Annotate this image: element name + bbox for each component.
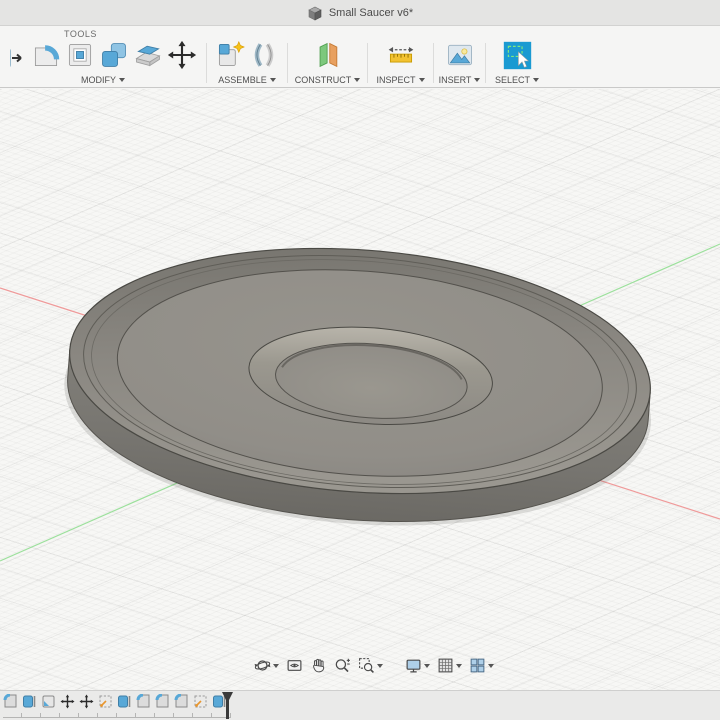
chevron-down-icon (474, 78, 481, 82)
toolbar-group-construct: CONSTRUCT (288, 41, 367, 87)
extrude-operation-icon[interactable] (22, 694, 37, 709)
toolbar-group-modify: MODIFY (0, 40, 206, 87)
construct-menu[interactable]: CONSTRUCT (295, 74, 361, 86)
chevron-down-icon (377, 663, 383, 668)
grid-and-snaps-button[interactable] (437, 657, 462, 674)
offset-face-button[interactable] (133, 40, 163, 75)
fillet-icon (34, 45, 59, 67)
move-icon (167, 40, 196, 70)
select-menu[interactable]: SELECT (495, 74, 539, 86)
orbit-button[interactable] (254, 657, 279, 674)
measure-icon (388, 47, 413, 63)
shell-icon (68, 43, 91, 67)
viewports-button[interactable] (469, 657, 494, 674)
zoom-button[interactable] (334, 657, 351, 674)
timeline-operations (3, 694, 227, 709)
main-toolbar: TOOLS MODIFY ASSEMBLE CONSTRUCT INSPECT … (0, 26, 720, 88)
pan-button[interactable] (310, 657, 327, 674)
assemble-menu-label: ASSEMBLE (218, 75, 267, 85)
display-settings-icon (406, 659, 421, 673)
chevron-down-icon (119, 78, 125, 82)
chevron-down-icon (354, 78, 361, 82)
construct-plane-button[interactable] (313, 40, 343, 75)
inspect-menu[interactable]: INSPECT (376, 74, 425, 86)
combine-button[interactable] (99, 40, 129, 75)
toolbar-group-insert: INSERT (434, 41, 485, 87)
tab-tools[interactable]: TOOLS (64, 29, 97, 39)
grid-icon (438, 658, 453, 673)
chevron-down-icon (418, 78, 425, 82)
timeline-bar (0, 690, 720, 720)
inspect-menu-label: INSPECT (376, 75, 416, 85)
fillet-operation-icon[interactable] (136, 694, 151, 709)
extrude-operation-icon[interactable] (117, 694, 132, 709)
move-operation-icon[interactable] (79, 694, 94, 709)
chevron-down-icon (273, 663, 279, 668)
combine-icon (101, 43, 126, 67)
saucer-3d-model[interactable] (56, 229, 662, 545)
chevron-down-icon (456, 663, 462, 668)
look-at-icon (287, 660, 302, 671)
insert-menu-label: INSERT (438, 75, 472, 85)
title-bar: Small Saucer v6* (0, 0, 720, 26)
offset-face-icon (134, 45, 161, 67)
form-operation-icon[interactable] (41, 694, 56, 709)
joint-icon (254, 43, 274, 67)
document-title: Small Saucer v6* (328, 6, 414, 19)
sketch-operation-icon[interactable] (98, 694, 113, 709)
select-icon (503, 41, 531, 69)
pan-hand-icon (313, 658, 325, 673)
document-cube-icon (308, 6, 322, 20)
toolbar-group-inspect: INSPECT (368, 41, 433, 87)
modify-menu-label: MODIFY (81, 75, 116, 85)
zoom-icon (335, 658, 350, 673)
timeline-playhead[interactable] (221, 692, 234, 719)
toolbar-group-select: SELECT (486, 41, 548, 87)
press-pull-button[interactable] (9, 43, 27, 73)
chevron-down-icon (269, 78, 276, 82)
move-operation-icon[interactable] (60, 694, 75, 709)
fillet-operation-icon[interactable] (3, 694, 18, 709)
canvas-icon (447, 44, 472, 66)
look-at-button[interactable] (286, 657, 303, 674)
canvas-button[interactable] (445, 40, 475, 75)
toolbar-group-assemble: ASSEMBLE (207, 40, 287, 87)
chevron-down-icon (488, 663, 494, 668)
view-navigation-bar (254, 657, 494, 674)
fit-button[interactable] (358, 657, 383, 674)
assemble-menu[interactable]: ASSEMBLE (218, 74, 276, 86)
viewports-icon (470, 658, 485, 673)
sketch-operation-icon[interactable] (193, 694, 208, 709)
fillet-button[interactable] (31, 40, 61, 75)
fillet-operation-icon[interactable] (174, 694, 189, 709)
new-component-icon (218, 40, 245, 67)
display-settings-button[interactable] (405, 657, 430, 674)
timeline-track[interactable] (3, 713, 231, 718)
move-button[interactable] (167, 40, 197, 75)
measure-button[interactable] (386, 40, 416, 75)
chevron-down-icon (533, 78, 539, 82)
orbit-icon (254, 660, 271, 671)
chevron-down-icon (424, 663, 430, 668)
new-component-button[interactable] (215, 40, 245, 75)
3d-viewport[interactable] (0, 89, 720, 690)
joint-button[interactable] (249, 40, 279, 75)
construct-plane-icon (319, 42, 337, 68)
fillet-operation-icon[interactable] (155, 694, 170, 709)
shell-button[interactable] (65, 40, 95, 75)
select-button[interactable] (502, 40, 533, 76)
insert-menu[interactable]: INSERT (439, 74, 481, 86)
fit-icon (359, 658, 374, 673)
press-pull-icon (9, 48, 22, 67)
select-menu-label: SELECT (494, 75, 530, 85)
construct-menu-label: CONSTRUCT (294, 75, 352, 85)
modify-menu[interactable]: MODIFY (81, 74, 125, 86)
